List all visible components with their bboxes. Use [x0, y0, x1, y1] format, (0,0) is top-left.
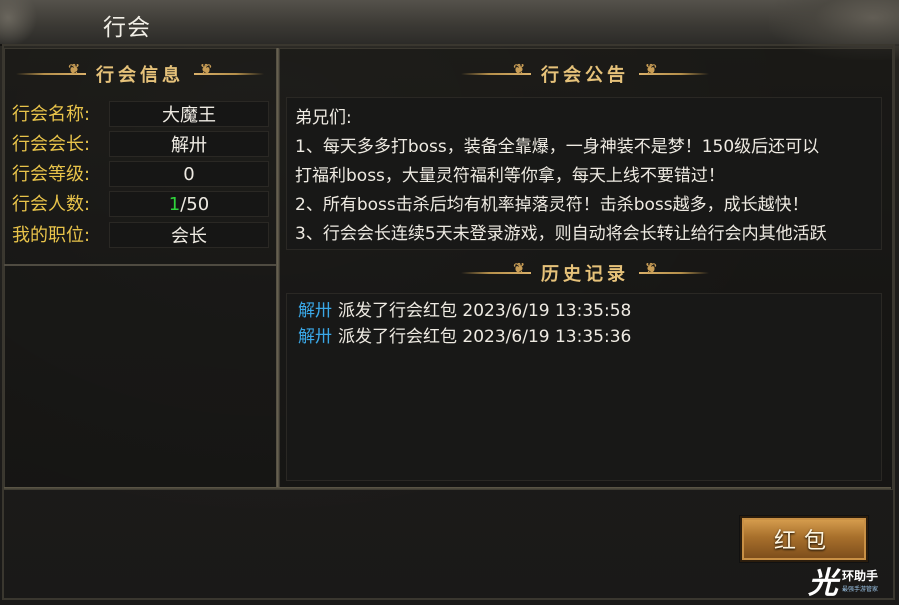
announcement-line: 3、行会会长连续5天未登录游戏，则自动将会长转让给行会内其他活跃: [295, 224, 827, 244]
info-row-position: 我的职位: 会长: [12, 221, 269, 248]
ornament-left-icon: [16, 62, 86, 80]
history-player-name[interactable]: 解卅: [298, 301, 332, 321]
guild-members-value: 1/50: [109, 191, 269, 217]
ornament-left-icon: [461, 261, 531, 279]
guild-info-title: 行会信息: [96, 65, 184, 86]
ornament-right-icon: [639, 267, 709, 279]
info-label: 我的职位:: [12, 225, 91, 246]
watermark-sub: 最强手游管家: [842, 586, 879, 593]
history-item: 解卅 派发了行会红包 2023/6/19 13:35:36: [298, 324, 870, 350]
watermark-text: 环助手 最强手游管家: [842, 567, 878, 593]
announcement-line: 打福利boss，大量灵符福利等你拿，每天上线不要错过！: [295, 166, 725, 186]
announcement-header: 行会公告: [279, 62, 891, 86]
guild-leader-value: 解卅: [109, 131, 269, 157]
guild-window: 行会 行会信息 行会名称: 大魔王 行会会长: 解卅 行会等级: 0 行会人数:…: [0, 0, 899, 605]
watermark-logo-icon: 光: [808, 566, 838, 601]
guild-info-header: 行会信息: [4, 62, 276, 86]
history-item: 解卅 派发了行会红包 2023/6/19 13:35:58: [298, 298, 870, 324]
info-label: 行会等级:: [12, 164, 91, 185]
info-row-members: 行会人数: 1/50: [12, 190, 269, 217]
announcement-line: 1、每天多多打boss，装备全靠爆，一身神装不是梦！150级后还可以: [295, 137, 820, 157]
window-title: 行会: [103, 15, 151, 41]
history-header: 历史记录: [279, 261, 891, 285]
guild-name-value: 大魔王: [109, 101, 269, 127]
ornament-left-icon: [461, 62, 531, 80]
announcement-line: 2、所有boss击杀后均有机率掉落灵符！击杀boss越多，成长越快！: [295, 195, 809, 215]
info-label: 行会人数:: [12, 194, 91, 215]
info-row-leader: 行会会长: 解卅: [12, 130, 269, 157]
history-title: 历史记录: [541, 264, 629, 285]
announcement-line: 玩家: [295, 249, 873, 250]
announcement-title: 行会公告: [541, 65, 629, 86]
title-bar[interactable]: 行会: [0, 0, 899, 60]
red-packet-button[interactable]: 红包: [740, 516, 868, 562]
ornament-right-icon: [194, 68, 264, 80]
history-text: 派发了行会红包 2023/6/19 13:35:58: [338, 301, 632, 321]
history-text: 派发了行会红包 2023/6/19 13:35:36: [338, 327, 632, 347]
title-corner-ornament: [0, 0, 40, 44]
announcement-line: 弟兄们:: [295, 108, 352, 128]
info-row-level: 行会等级: 0: [12, 160, 269, 187]
ornament-right-icon: [639, 68, 709, 80]
info-label: 行会会长:: [12, 134, 91, 155]
info-divider: [4, 264, 276, 266]
guild-level-value: 0: [109, 161, 269, 187]
bottom-divider: [4, 487, 891, 490]
info-row-name: 行会名称: 大魔王: [12, 100, 269, 127]
watermark-main: 环助手: [842, 569, 879, 583]
members-total: /50: [180, 193, 210, 215]
announcement-text-area[interactable]: 弟兄们: 1、每天多多打boss，装备全靠爆，一身神装不是梦！150级后还可以 …: [286, 97, 882, 250]
my-position-value: 会长: [109, 222, 269, 248]
history-list[interactable]: 解卅 派发了行会红包 2023/6/19 13:35:58 解卅 派发了行会红包 2…: [286, 293, 882, 481]
watermark: 光 环助手 最强手游管家: [804, 560, 896, 601]
history-player-name[interactable]: 解卅: [298, 327, 332, 347]
members-current: 1: [168, 193, 181, 215]
info-label: 行会名称:: [12, 104, 91, 125]
